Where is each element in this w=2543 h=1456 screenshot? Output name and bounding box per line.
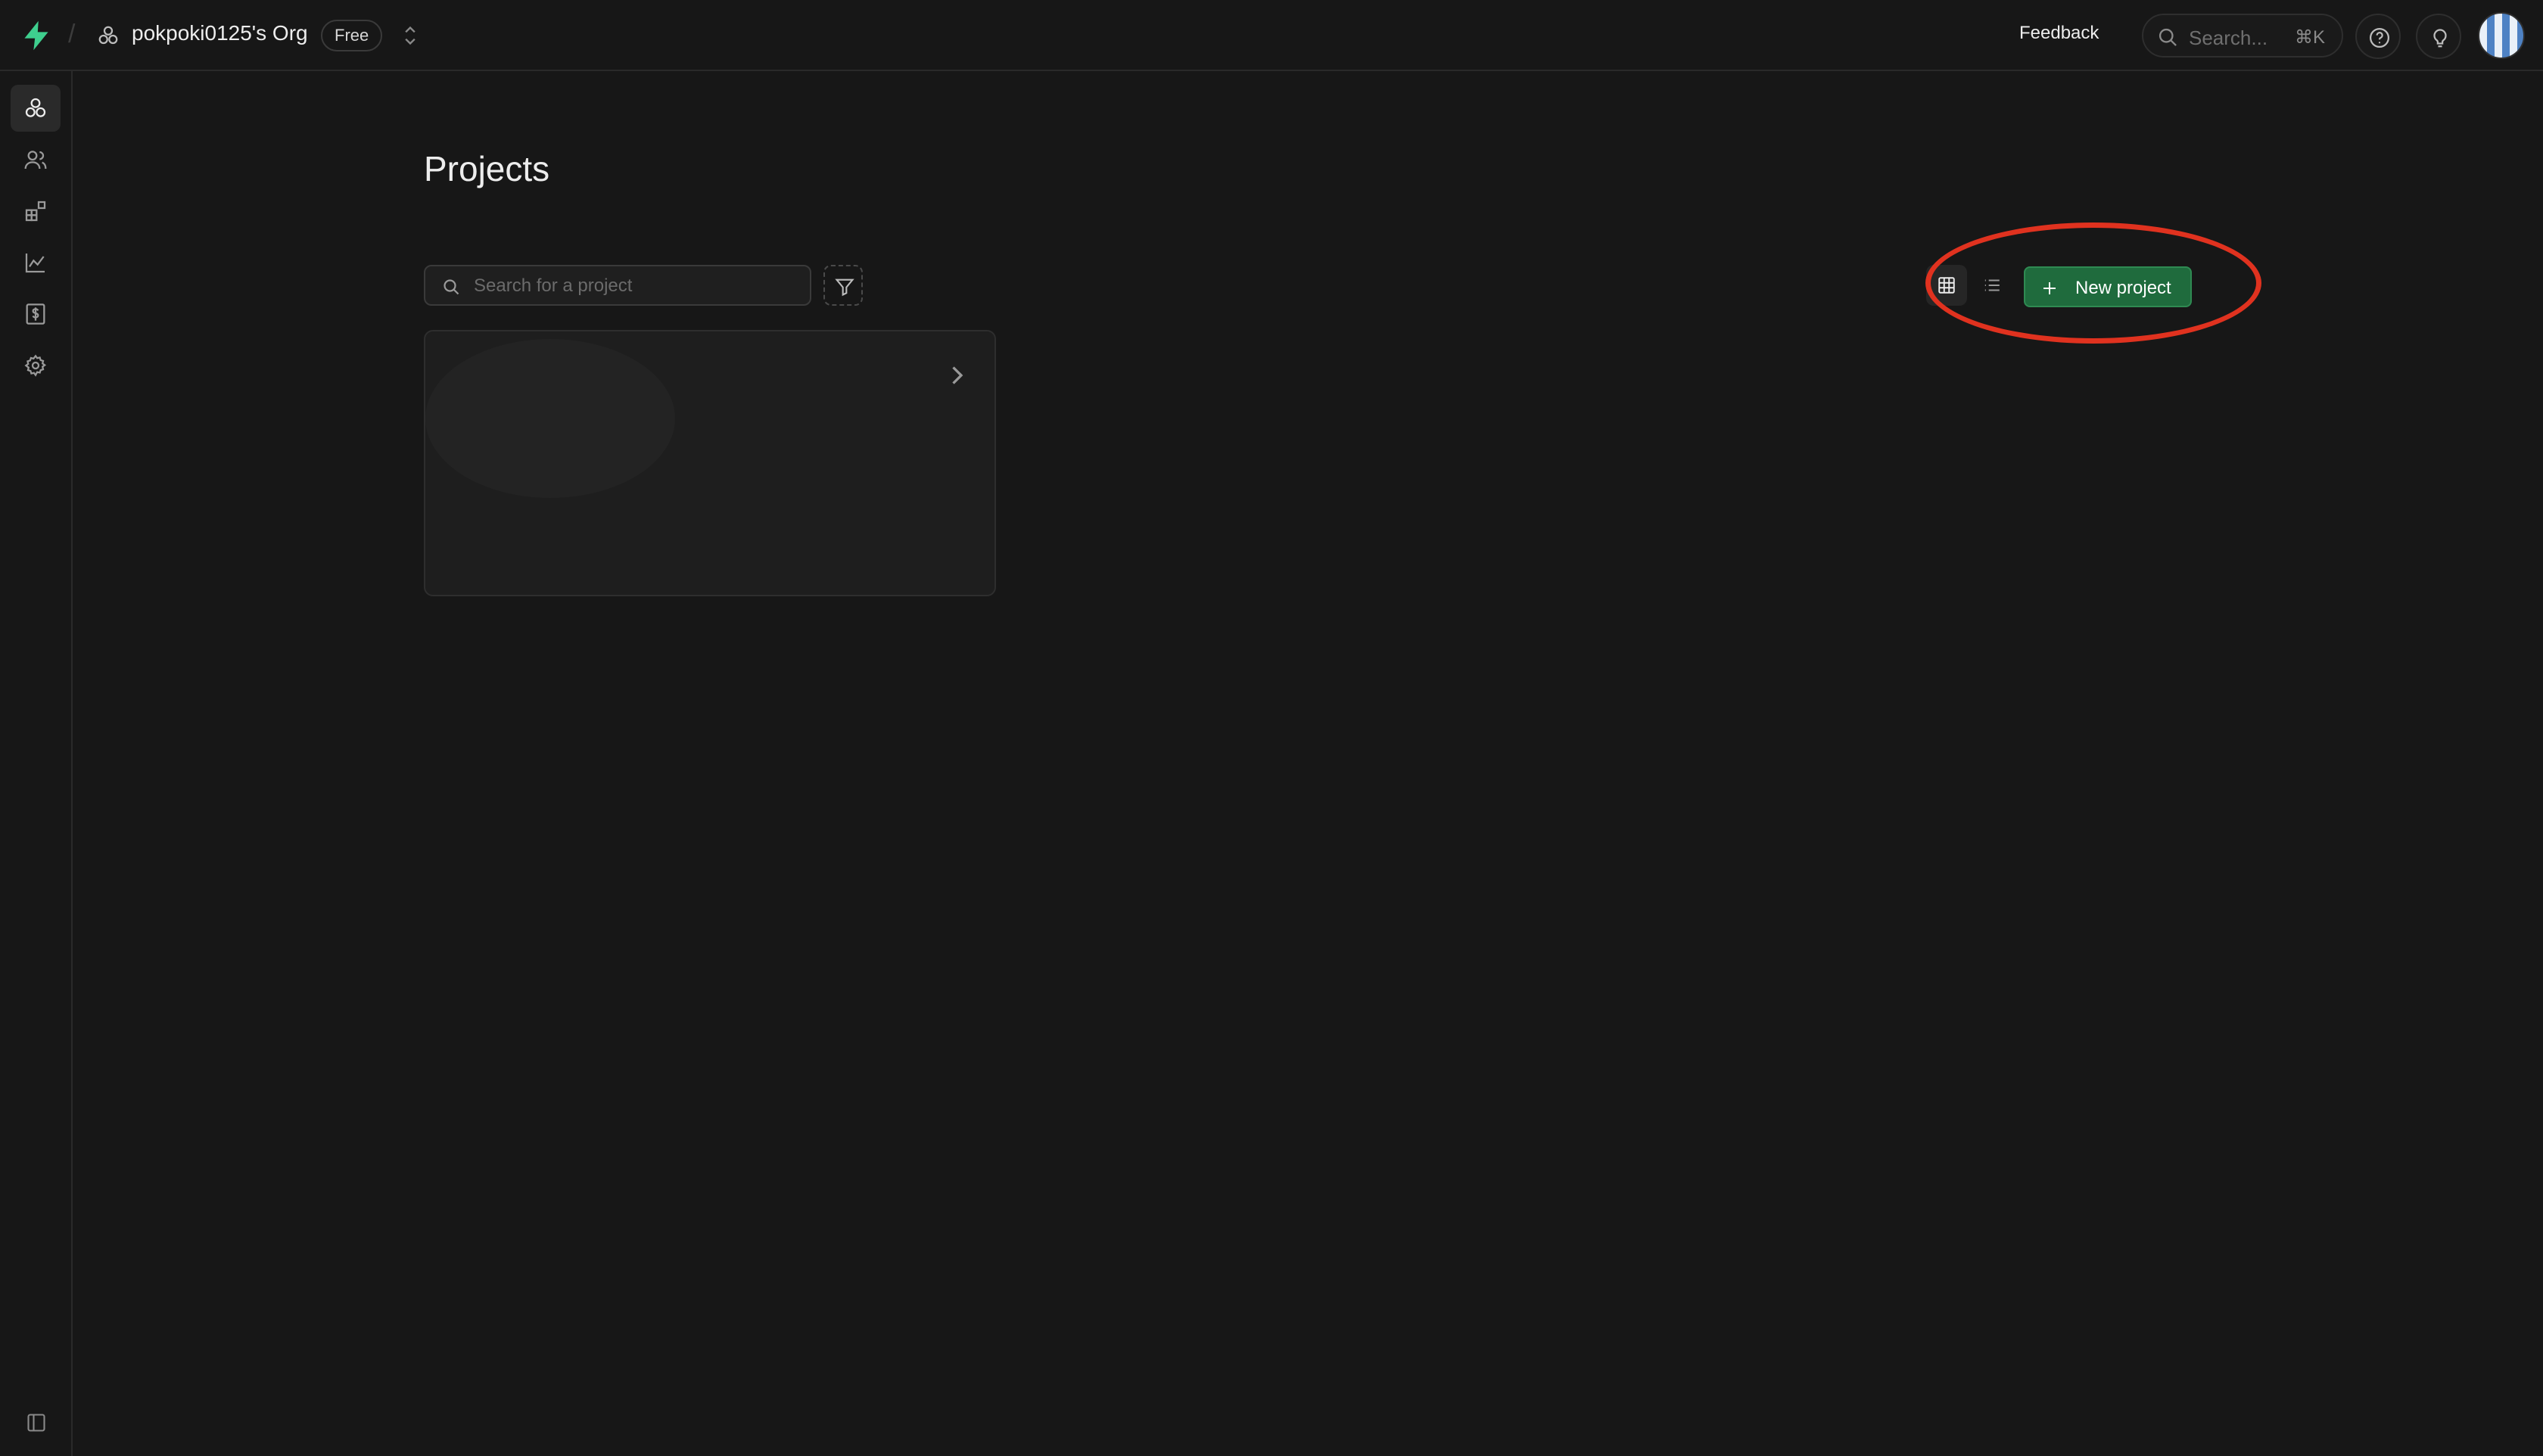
global-search[interactable]: Search... ⌘K bbox=[2142, 14, 2343, 58]
brand-logo-icon[interactable] bbox=[20, 19, 53, 52]
billing-icon bbox=[26, 303, 45, 325]
grid-view-toggle[interactable] bbox=[1926, 265, 1967, 306]
help-icon bbox=[2370, 28, 2389, 48]
sidebar-collapse-icon[interactable] bbox=[26, 1412, 47, 1433]
sidebar-item-team[interactable] bbox=[11, 136, 61, 183]
help-button[interactable] bbox=[2355, 14, 2401, 59]
sidebar-item-integrations[interactable] bbox=[11, 188, 61, 235]
sidebar-item-projects[interactable] bbox=[11, 85, 61, 132]
list-icon bbox=[1984, 279, 2000, 291]
filter-button[interactable] bbox=[823, 265, 863, 306]
search-shortcut: ⌘K bbox=[2294, 27, 2325, 48]
chevron-right-icon bbox=[952, 366, 963, 384]
project-search[interactable] bbox=[424, 265, 811, 306]
grid-icon bbox=[1938, 277, 1955, 294]
search-icon bbox=[444, 279, 459, 295]
plus-icon bbox=[2043, 282, 2056, 294]
filter-icon bbox=[835, 278, 854, 297]
page-title: Projects bbox=[424, 149, 550, 188]
loading-placeholder bbox=[425, 339, 675, 498]
chart-icon bbox=[25, 254, 45, 273]
sidebar-item-usage[interactable] bbox=[11, 239, 61, 286]
top-bar: / pokpoki0125's Org Free Feedback Search… bbox=[0, 0, 2543, 71]
list-view-toggle[interactable] bbox=[1972, 265, 2012, 306]
sidebar bbox=[0, 71, 73, 1456]
project-card-loading[interactable] bbox=[424, 330, 996, 596]
new-project-button[interactable]: New project bbox=[2024, 266, 2192, 307]
project-search-input[interactable] bbox=[472, 272, 790, 300]
breadcrumb-separator: / bbox=[68, 20, 76, 48]
lightbulb-icon bbox=[2433, 29, 2447, 48]
feedback-button[interactable]: Feedback bbox=[2019, 23, 2099, 44]
org-name[interactable]: pokpoki0125's Org bbox=[132, 21, 308, 45]
avatar[interactable] bbox=[2478, 12, 2525, 59]
global-search-placeholder: Search... bbox=[2189, 26, 2268, 49]
integrations-icon bbox=[25, 201, 46, 222]
search-icon bbox=[2159, 28, 2177, 46]
gear-icon bbox=[24, 354, 47, 377]
users-icon bbox=[24, 151, 47, 170]
new-project-label: New project bbox=[2075, 278, 2171, 298]
sidebar-item-settings[interactable] bbox=[11, 342, 61, 389]
chevron-up-down-icon[interactable] bbox=[400, 23, 421, 48]
whats-new-button[interactable] bbox=[2416, 14, 2461, 59]
plan-badge: Free bbox=[321, 20, 383, 51]
projects-icon bbox=[25, 98, 46, 117]
sidebar-item-billing[interactable] bbox=[11, 291, 61, 338]
org-icon bbox=[98, 26, 118, 45]
